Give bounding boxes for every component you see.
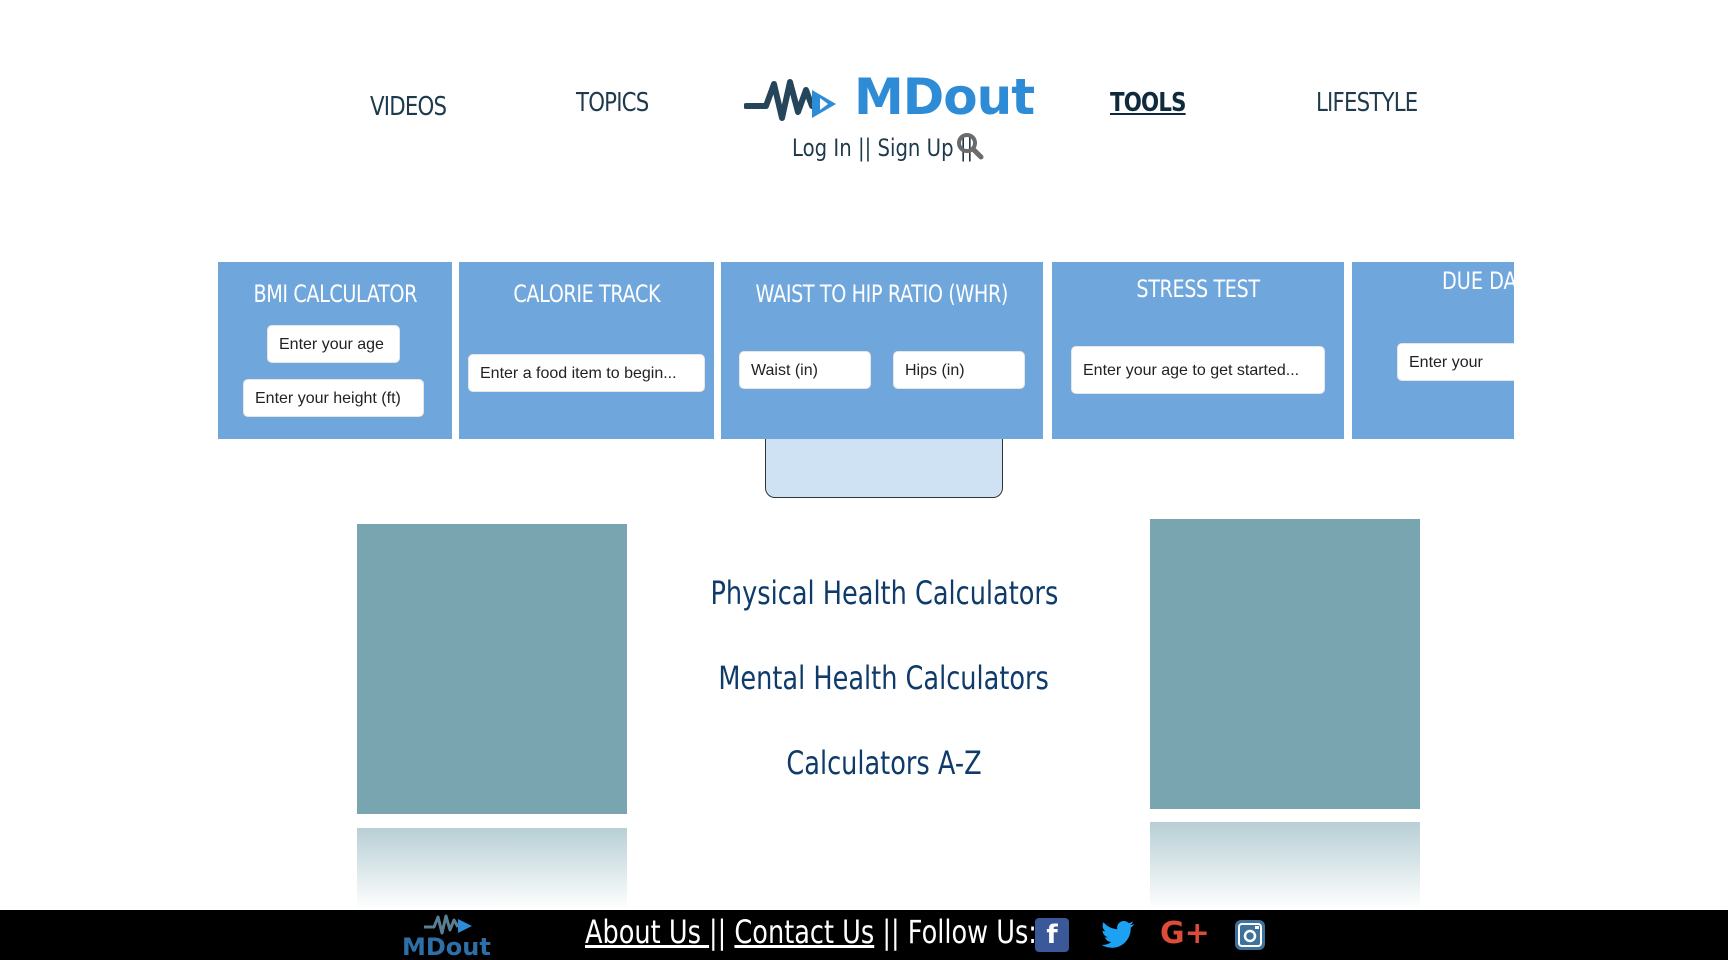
mental-health-link[interactable]: Mental Health Calculators <box>640 659 1128 697</box>
auth-separator: || <box>857 134 872 162</box>
age-input[interactable]: Enter your age <box>267 325 400 363</box>
ad-block-left-reflection <box>357 828 627 910</box>
tool-card-whr[interactable]: WAIST TO HIP RATIO (WHR) Waist (in) Hips… <box>721 262 1043 439</box>
search-icon[interactable] <box>956 132 984 160</box>
instagram-icon[interactable] <box>1233 918 1267 952</box>
footer-logo[interactable]: MDout <box>400 913 510 960</box>
tool-card-bmi[interactable]: BMI CALCULATOR Enter your age Enter your… <box>218 262 452 439</box>
nav-lifestyle[interactable]: LIFESTYLE <box>1316 88 1418 118</box>
google-plus-icon[interactable]: G+ <box>1160 916 1210 951</box>
tool-card-title: WAIST TO HIP RATIO (WHR) <box>755 280 1009 308</box>
auth-links: Log In || Sign Up || <box>792 134 973 162</box>
contact-us-link[interactable]: Contact Us <box>734 913 874 951</box>
ad-block-right <box>1150 519 1420 809</box>
follow-us-label: || Follow Us: <box>874 913 1037 951</box>
tool-card-title: CALORIE TRACK <box>513 280 660 308</box>
tool-card-stress[interactable]: STRESS TEST Enter your age to get starte… <box>1052 262 1344 439</box>
login-link[interactable]: Log In <box>792 134 852 162</box>
facebook-icon[interactable]: f <box>1035 918 1069 952</box>
food-item-input[interactable]: Enter a food item to begin... <box>468 354 705 392</box>
tool-card-due-date[interactable]: DUE DATE Enter your <box>1352 262 1514 439</box>
carousel-tab[interactable] <box>765 439 1003 498</box>
tool-card-title: STRESS TEST <box>1136 275 1260 303</box>
physical-health-link[interactable]: Physical Health Calculators <box>640 574 1128 612</box>
tool-card-title: DUE DATE <box>1442 267 1514 295</box>
calculators-az-link[interactable]: Calculators A-Z <box>640 744 1128 782</box>
ad-block-left <box>357 524 627 814</box>
hips-input[interactable]: Hips (in) <box>893 351 1025 389</box>
due-date-input[interactable]: Enter your <box>1397 343 1514 381</box>
twitter-icon[interactable] <box>1100 918 1136 952</box>
height-input[interactable]: Enter your height (ft) <box>243 379 424 417</box>
site-logo[interactable]: MDout <box>744 68 1035 128</box>
nav-topics[interactable]: TOPICS <box>576 88 649 118</box>
footer-links: About Us || Contact Us || Follow Us: <box>585 913 1037 951</box>
footer-separator: || <box>709 913 727 951</box>
waist-input[interactable]: Waist (in) <box>739 351 871 389</box>
heartbeat-logo-icon <box>744 79 836 121</box>
tool-card-title: BMI CALCULATOR <box>253 280 417 308</box>
nav-tools[interactable]: TOOLS <box>1110 88 1186 118</box>
nav-videos[interactable]: VIDEOS <box>370 92 447 122</box>
signup-link[interactable]: Sign Up <box>877 134 953 162</box>
tool-card-calorie[interactable]: CALORIE TRACK Enter a food item to begin… <box>459 262 714 439</box>
stress-age-input[interactable]: Enter your age to get started... <box>1071 346 1325 394</box>
footer: MDout About Us || Contact Us || Follow U… <box>0 910 1728 960</box>
logo-text: MDout <box>854 68 1035 126</box>
footer-logo-text: MDout <box>402 933 491 960</box>
ad-block-right-reflection <box>1150 822 1420 910</box>
about-us-link[interactable]: About Us <box>585 913 709 951</box>
